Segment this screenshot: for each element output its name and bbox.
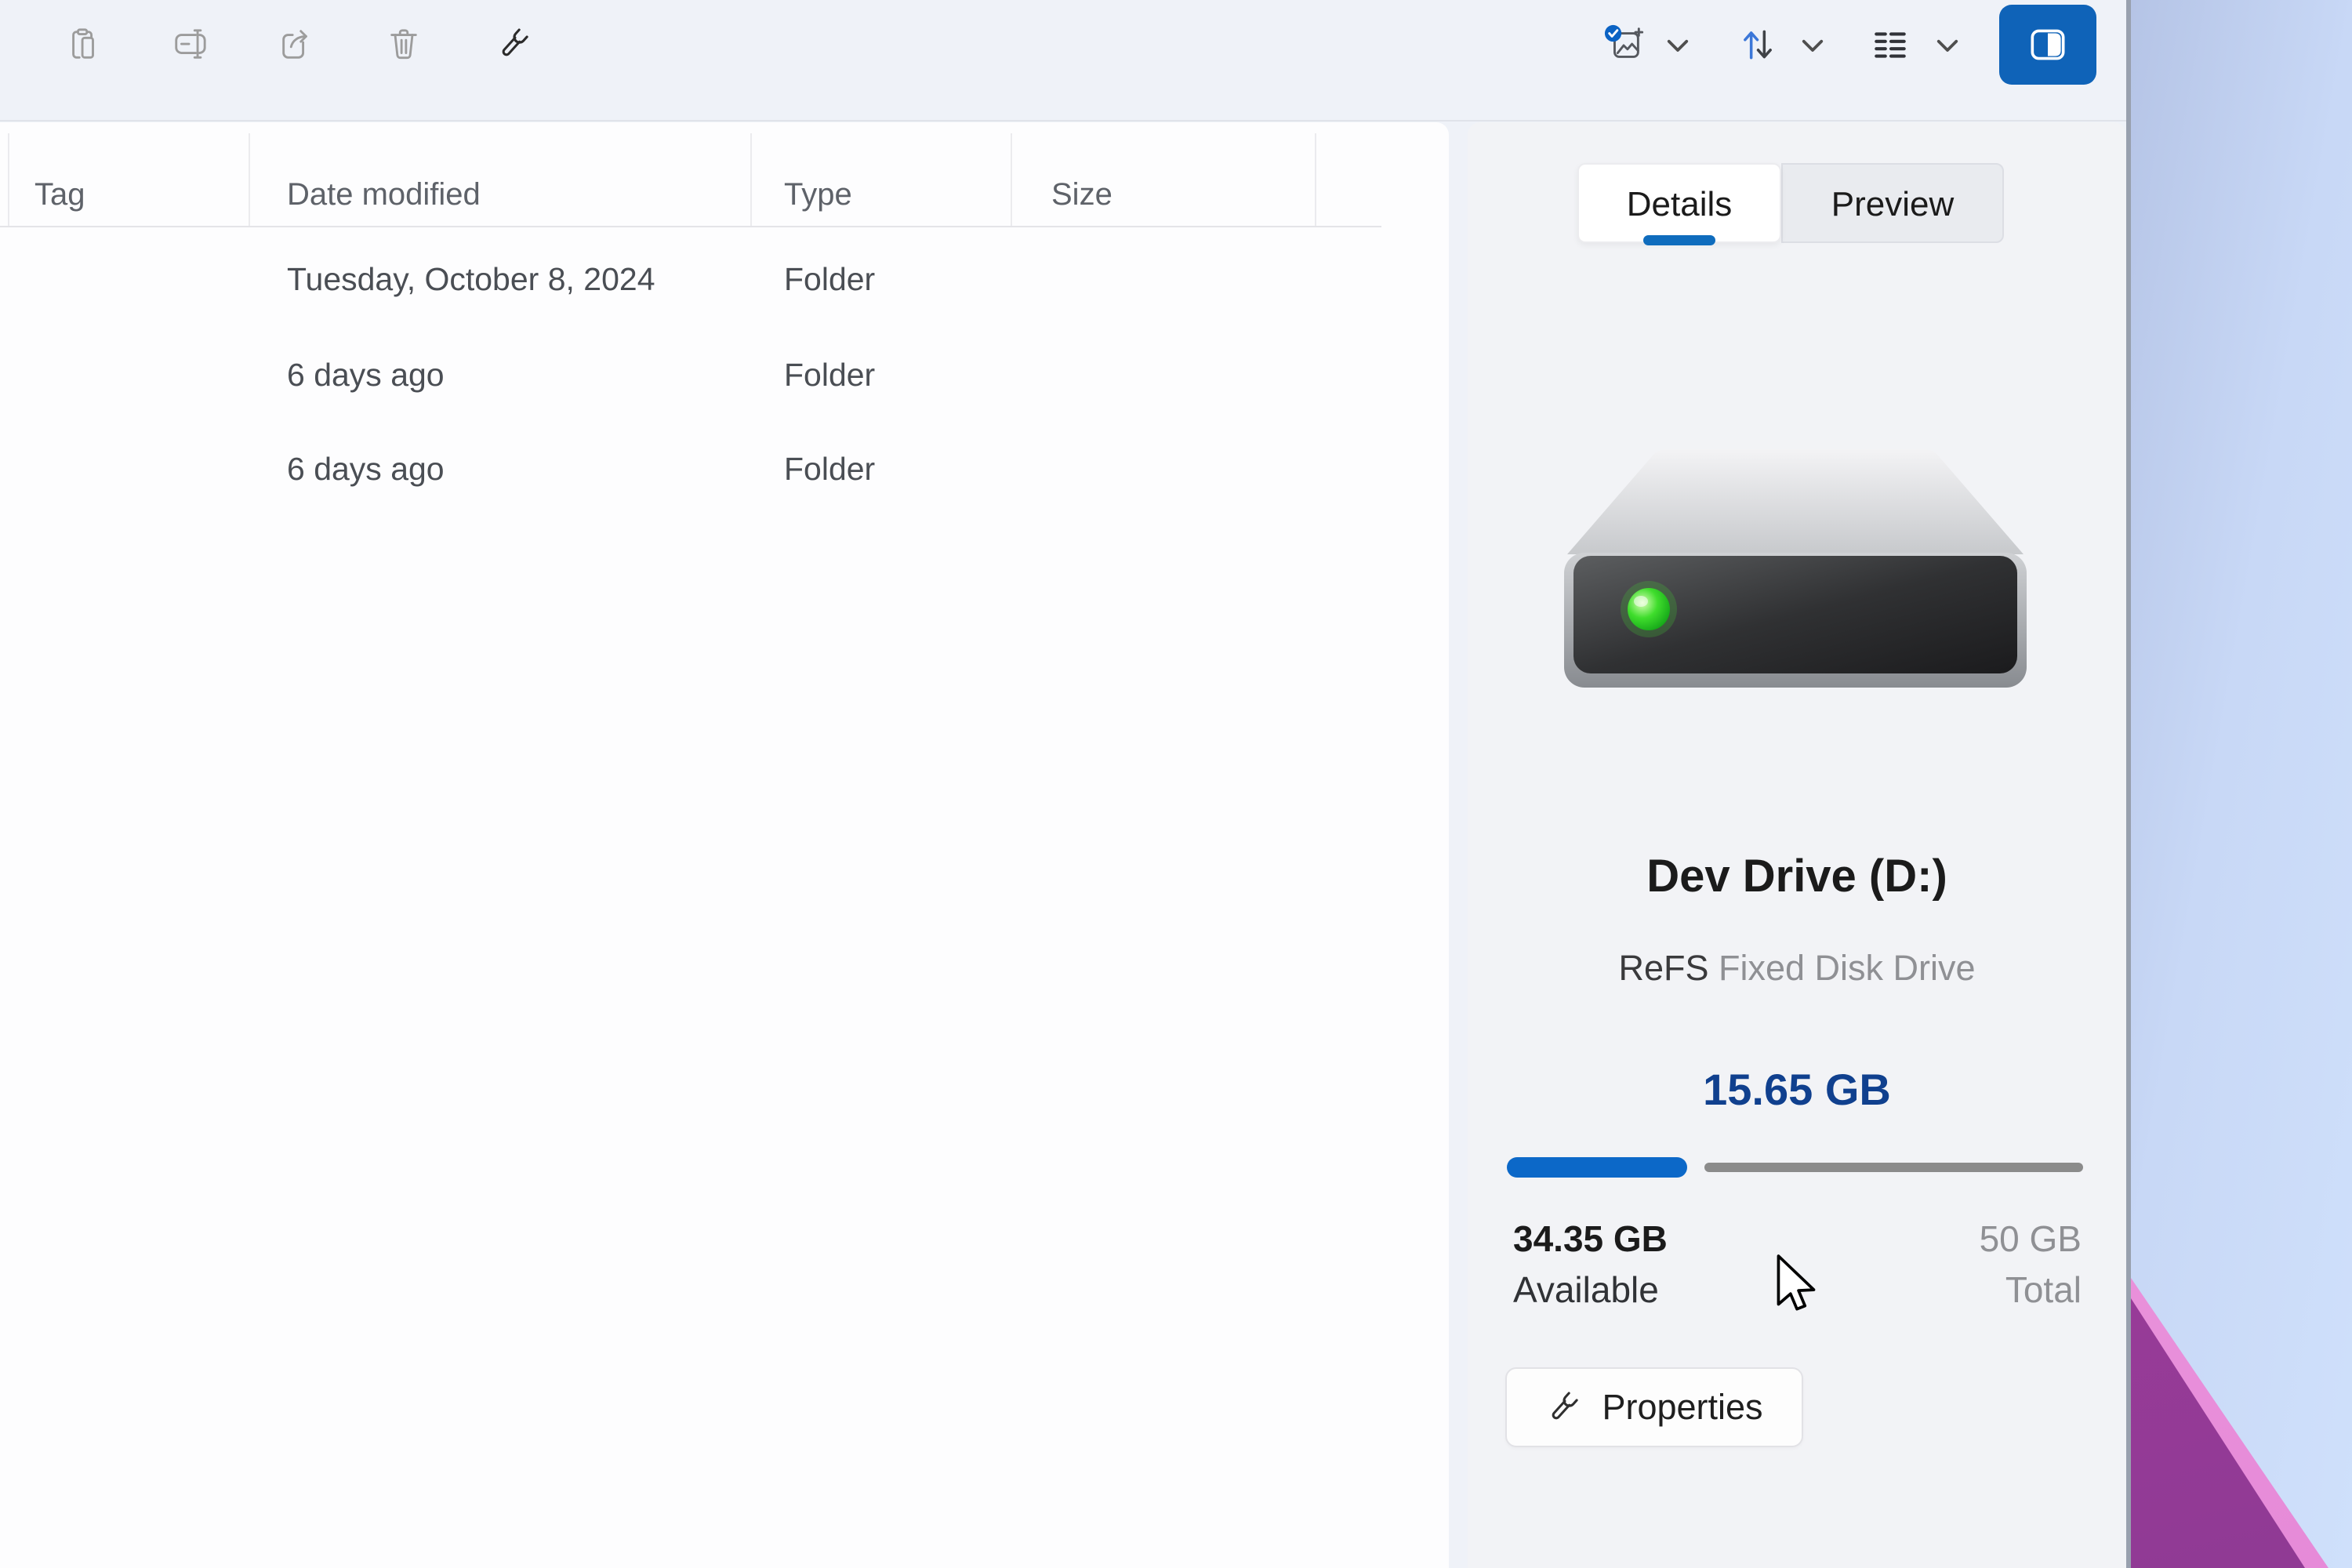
column-separator[interactable]: [8, 133, 9, 226]
wrench-icon: [502, 28, 528, 56]
delete-button[interactable]: [386, 26, 422, 62]
available-value: 34.35 GB: [1513, 1218, 1668, 1259]
column-separator[interactable]: [249, 133, 250, 226]
toolbar-divider: [0, 120, 2126, 122]
view-button[interactable]: [1871, 25, 1910, 64]
sort-button[interactable]: [1738, 25, 1777, 64]
type-cell: Folder: [784, 261, 876, 297]
column-header-tag[interactable]: Tag: [34, 169, 85, 220]
command-bar: [0, 0, 2126, 120]
hard-drive-icon: [1564, 449, 2027, 688]
total-label: Total: [2005, 1269, 2082, 1310]
drive-type-label: Fixed Disk Drive: [1718, 948, 1976, 988]
available-label: Available: [1513, 1269, 1659, 1310]
wrench-icon: [1552, 1392, 1579, 1420]
share-button[interactable]: [278, 26, 314, 62]
column-header-type[interactable]: Type: [784, 169, 852, 220]
share-icon: [282, 30, 307, 59]
column-separator[interactable]: [1011, 133, 1012, 226]
sort-arrows-icon: [1744, 30, 1772, 60]
header-underline: [0, 226, 1381, 227]
image-check-icon: [1604, 24, 1644, 58]
details-pane-icon: [2031, 29, 2065, 60]
file-row[interactable]: 6 days ago Folder: [0, 421, 1381, 517]
select-dropdown-chevron-icon[interactable]: [1666, 38, 1690, 55]
mouse-cursor: [1777, 1254, 1816, 1311]
details-pane-toggle-button[interactable]: [1999, 5, 2096, 85]
paste-button[interactable]: [66, 26, 102, 62]
date-modified-cell: Tuesday, October 8, 2024: [287, 261, 655, 297]
file-row[interactable]: 6 days ago Folder: [0, 327, 1381, 423]
column-header-date-modified[interactable]: Date modified: [287, 169, 481, 220]
details-pane: Details Preview Dev Drive (D:) ReFS Fixe…: [1468, 122, 2126, 1568]
view-dropdown-chevron-icon[interactable]: [1936, 38, 1959, 55]
capacity-bar-track: [1704, 1163, 2083, 1172]
date-modified-cell: 6 days ago: [287, 357, 445, 393]
properties-button[interactable]: Properties: [1505, 1367, 1803, 1447]
column-separator[interactable]: [750, 133, 752, 226]
total-value: 50 GB: [1979, 1218, 2082, 1259]
column-header-size[interactable]: Size: [1051, 169, 1112, 220]
sort-dropdown-chevron-icon[interactable]: [1801, 38, 1824, 55]
select-button[interactable]: [1603, 24, 1646, 66]
active-tab-indicator: [1643, 235, 1715, 245]
file-explorer-window: Tag Date modified Type Size Tuesday, Oct…: [0, 0, 2352, 1568]
drive-name: Dev Drive (D:): [1646, 851, 1947, 902]
type-cell: Folder: [784, 357, 876, 393]
used-space-value: 15.65 GB: [1703, 1065, 1891, 1114]
wallpaper-bloom-highlight: [2131, 1278, 2328, 1568]
list-view-icon: [1875, 32, 1906, 58]
date-modified-cell: 6 days ago: [287, 451, 445, 487]
desktop-wallpaper: [2126, 0, 2352, 1568]
type-cell: Folder: [784, 451, 876, 487]
tab-details[interactable]: Details: [1577, 163, 1781, 243]
file-row[interactable]: Tuesday, October 8, 2024 Folder: [0, 231, 1381, 327]
tab-details-label: Details: [1626, 185, 1733, 223]
filesystem-label: ReFS: [1618, 948, 1719, 988]
properties-button-label: Properties: [1602, 1387, 1763, 1427]
file-list-panel: Tag Date modified Type Size Tuesday, Oct…: [0, 122, 1449, 1568]
clipboard-icon: [72, 28, 94, 59]
rename-button[interactable]: [172, 26, 208, 62]
drive-subtitle: ReFS Fixed Disk Drive: [1468, 946, 2126, 991]
column-separator[interactable]: [1315, 133, 1316, 226]
capacity-bar-fill: [1507, 1157, 1687, 1178]
trash-icon: [390, 29, 417, 60]
tab-preview[interactable]: Preview: [1781, 163, 2004, 243]
rename-icon: [175, 29, 206, 59]
tab-preview-label: Preview: [1831, 185, 1955, 223]
capacity-bar: [1507, 1157, 2083, 1178]
properties-button-toolbar[interactable]: [495, 26, 532, 62]
